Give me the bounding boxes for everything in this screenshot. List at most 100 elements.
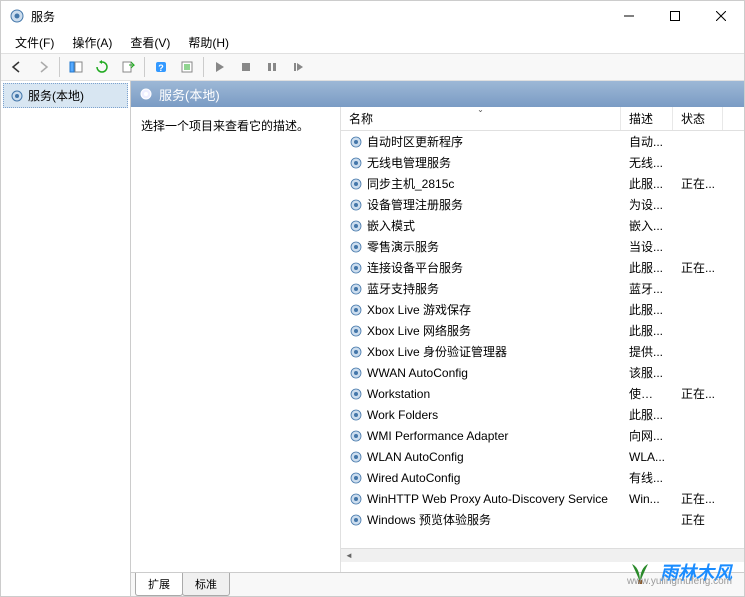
gear-icon [349,513,363,527]
back-button[interactable] [5,55,29,79]
service-row[interactable]: WWAN AutoConfig该服... [341,362,744,383]
service-row[interactable]: Xbox Live 身份验证管理器提供... [341,341,744,362]
service-desc-cell: 此服... [621,259,673,276]
service-row[interactable]: Windows 预览体验服务正在 [341,509,744,530]
service-name-cell: Xbox Live 游戏保存 [341,301,621,318]
service-desc-cell: 有线... [621,469,673,486]
restart-button[interactable] [286,55,310,79]
service-name-cell: 同步主机_2815c [341,175,621,192]
service-desc-cell: 为设... [621,196,673,213]
service-row[interactable]: 嵌入模式嵌入... [341,215,744,236]
service-row[interactable]: Workstation使用 ...正在... [341,383,744,404]
watermark-url: www.yulingmufeng.com [627,576,732,587]
service-desc-cell: 自动... [621,133,673,150]
column-header-name[interactable]: ⌄ 名称 [341,107,621,130]
show-hide-tree-button[interactable] [64,55,88,79]
gear-icon [349,177,363,191]
service-desc-cell: 该服... [621,364,673,381]
window-title: 服务 [31,8,606,25]
gear-icon [349,471,363,485]
service-status-cell: 正在... [673,259,723,276]
refresh-button[interactable] [90,55,114,79]
gear-icon [349,345,363,359]
column-header-description[interactable]: 描述 [621,107,673,130]
main-header: 服务(本地) [131,81,744,107]
minimize-button[interactable] [606,1,652,31]
service-row[interactable]: 蓝牙支持服务蓝牙... [341,278,744,299]
service-row[interactable]: Xbox Live 网络服务此服... [341,320,744,341]
service-row[interactable]: 自动时区更新程序自动... [341,131,744,152]
gear-icon [349,366,363,380]
service-name-cell: Windows 预览体验服务 [341,511,621,528]
gear-icon [349,282,363,296]
service-status-cell: 正在... [673,175,723,192]
service-desc-cell: 蓝牙... [621,280,673,297]
service-name-cell: 连接设备平台服务 [341,259,621,276]
service-name-cell: Xbox Live 身份验证管理器 [341,343,621,360]
service-desc-cell: 此服... [621,322,673,339]
description-panel: 选择一个项目来查看它的描述。 [131,107,341,572]
service-list-panel: ⌄ 名称 描述 状态 自动时区更新程序自动...无线电管理服务无线...同步主机… [341,107,744,572]
service-desc-cell: 向网... [621,427,673,444]
gear-icon [349,156,363,170]
export-button[interactable] [116,55,140,79]
gear-icon [349,219,363,233]
service-desc-cell: 使用 ... [621,385,673,402]
tab-standard[interactable]: 标准 [182,573,230,596]
pause-button[interactable] [260,55,284,79]
gear-icon [349,450,363,464]
stop-button[interactable] [234,55,258,79]
gear-icon [349,492,363,506]
close-button[interactable] [698,1,744,31]
service-desc-cell: 当设... [621,238,673,255]
forward-button[interactable] [31,55,55,79]
menu-action[interactable]: 操作(A) [64,33,120,52]
service-row[interactable]: WMI Performance Adapter向网... [341,425,744,446]
service-name-cell: 无线电管理服务 [341,154,621,171]
menubar: 文件(F) 操作(A) 查看(V) 帮助(H) [1,31,744,53]
service-name-cell: WMI Performance Adapter [341,429,621,443]
menu-view[interactable]: 查看(V) [122,33,178,52]
service-row[interactable]: 无线电管理服务无线... [341,152,744,173]
column-header-status[interactable]: 状态 [673,107,723,130]
service-name-cell: Xbox Live 网络服务 [341,322,621,339]
gear-icon [349,135,363,149]
start-button[interactable] [208,55,232,79]
gear-icon [349,429,363,443]
service-row[interactable]: WLAN AutoConfigWLA... [341,446,744,467]
menu-help[interactable]: 帮助(H) [180,33,237,52]
service-name-cell: WLAN AutoConfig [341,450,621,464]
sidebar-item-services-local[interactable]: 服务(本地) [3,83,128,108]
list-body[interactable]: 自动时区更新程序自动...无线电管理服务无线...同步主机_2815c此服...… [341,131,744,548]
service-row[interactable]: Wired AutoConfig有线... [341,467,744,488]
service-row[interactable]: Xbox Live 游戏保存此服... [341,299,744,320]
gear-icon [349,408,363,422]
gear-icon [349,198,363,212]
service-desc-cell: 提供... [621,343,673,360]
service-desc-cell: 无线... [621,154,673,171]
service-row[interactable]: WinHTTP Web Proxy Auto-Discovery Service… [341,488,744,509]
description-text: 选择一个项目来查看它的描述。 [141,117,330,134]
service-row[interactable]: 同步主机_2815c此服...正在... [341,173,744,194]
list-header: ⌄ 名称 描述 状态 [341,107,744,131]
help-button[interactable]: ? [149,55,173,79]
gear-icon [349,387,363,401]
service-row[interactable]: 连接设备平台服务此服...正在... [341,257,744,278]
main-body: 选择一个项目来查看它的描述。 ⌄ 名称 描述 状态 自动时区更新程序自动...无… [131,107,744,572]
main-header-title: 服务(本地) [159,85,220,104]
tab-extended[interactable]: 扩展 [135,573,183,596]
services-app-icon [9,8,25,24]
properties-button[interactable] [175,55,199,79]
gear-icon [349,261,363,275]
service-name-cell: 零售演示服务 [341,238,621,255]
gear-icon [349,240,363,254]
gear-icon [10,89,24,103]
svg-text:?: ? [158,63,164,73]
sidebar: 服务(本地) [1,81,131,596]
service-row[interactable]: 零售演示服务当设... [341,236,744,257]
service-row[interactable]: 设备管理注册服务为设... [341,194,744,215]
menu-file[interactable]: 文件(F) [7,33,62,52]
main-panel: 服务(本地) 选择一个项目来查看它的描述。 ⌄ 名称 描述 状态 自动时区更新程… [131,81,744,596]
service-row[interactable]: Work Folders此服... [341,404,744,425]
maximize-button[interactable] [652,1,698,31]
